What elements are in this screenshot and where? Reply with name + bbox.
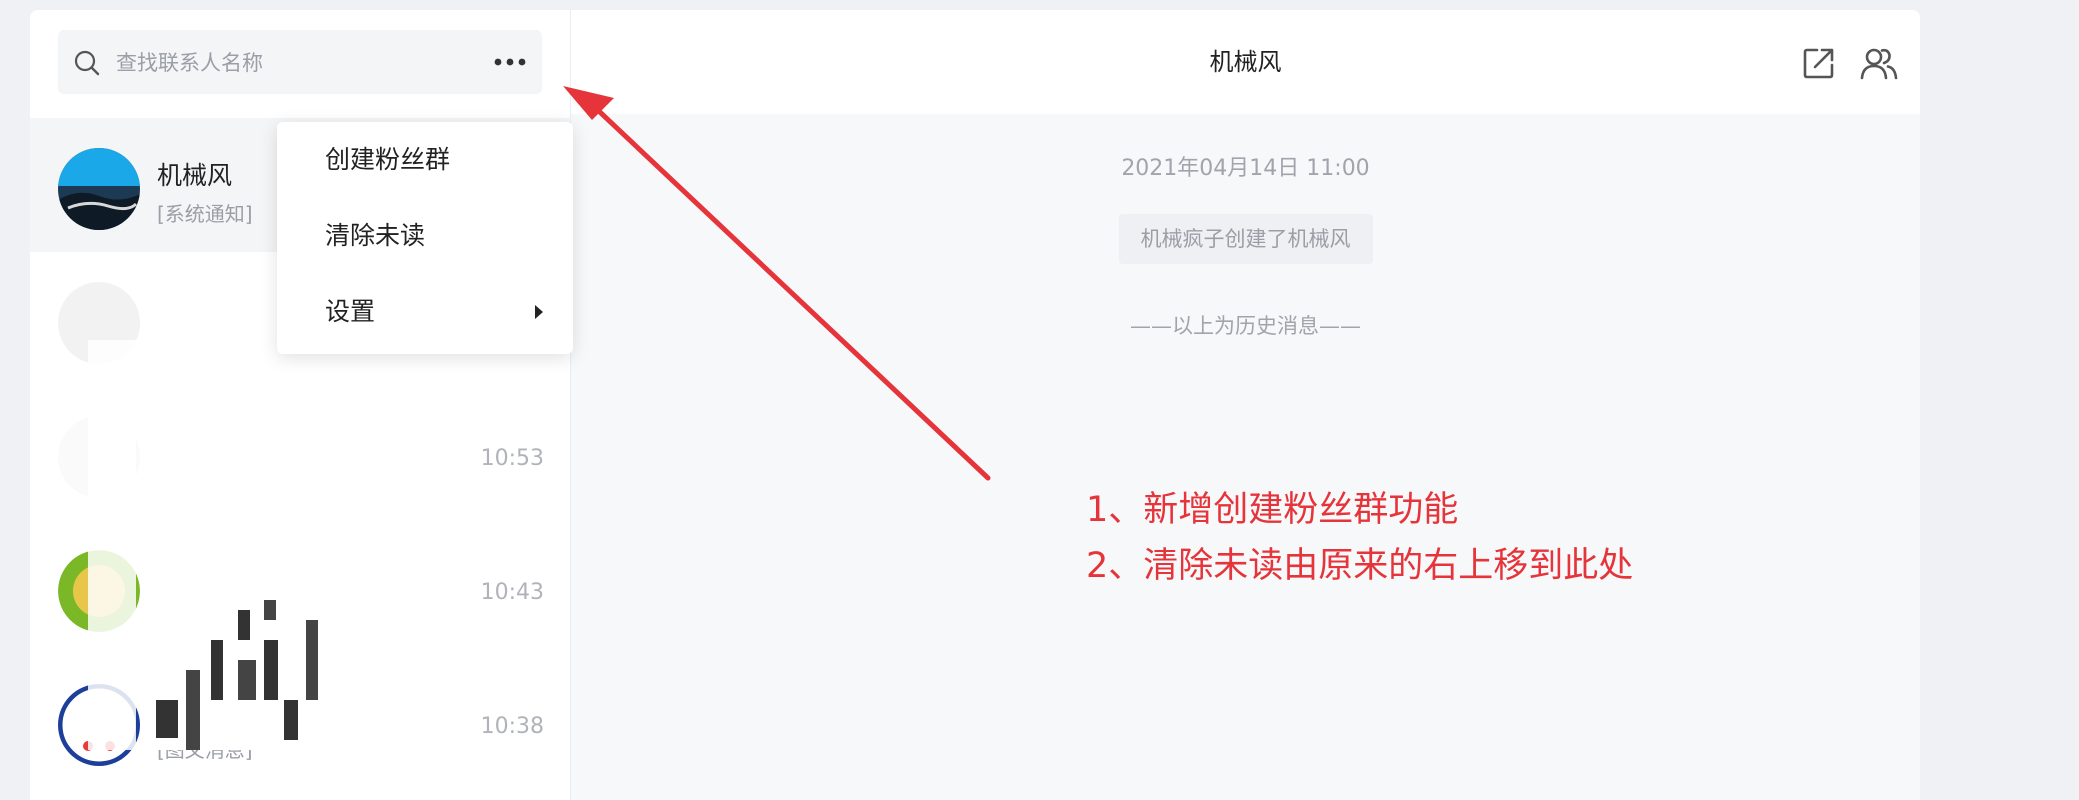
search-input[interactable] — [114, 30, 478, 96]
group-members-icon[interactable] — [1859, 43, 1899, 83]
menu-item-label: 设置 — [325, 297, 376, 326]
system-message-row: 机械疯子创建了机械风 — [571, 214, 1920, 264]
menu-item-settings[interactable]: 设置 — [277, 274, 573, 350]
annotation-line-2: 2、清除未读由原来的右上移到此处 — [1086, 546, 1634, 586]
chat-title: 机械风 — [1209, 48, 1282, 76]
redaction-mask — [150, 350, 270, 630]
app-window: 机械风 [系统通知] 10:53 — [30, 10, 1920, 800]
chat-header: 机械风 — [571, 10, 1920, 114]
menu-item-create-fan-group[interactable]: 创建粉丝群 — [277, 122, 573, 198]
chat-date-label: 2021年04月14日 11:00 — [1121, 156, 1370, 181]
redaction-mask — [88, 340, 136, 750]
avatar — [58, 148, 140, 230]
contact-time: 10:43 — [480, 580, 544, 605]
more-options-button[interactable] — [478, 30, 542, 94]
annotation-text: 1、新增创建粉丝群功能 2、清除未读由原来的右上移到此处 — [1086, 482, 1633, 594]
contact-time: 10:53 — [480, 446, 544, 471]
caret-right-icon — [535, 305, 543, 319]
more-dots-icon — [494, 58, 526, 66]
chat-panel: 机械风 2021年04月14日 11:00 机械疯子创建了机械风 ——以上为历史… — [571, 10, 1920, 800]
menu-item-label: 清除未读 — [325, 221, 426, 250]
contact-name: 机械风 — [157, 161, 233, 190]
system-message: 机械疯子创建了机械风 — [1118, 214, 1373, 264]
search-box[interactable] — [58, 30, 492, 96]
more-options-dropdown: 创建粉丝群 清除未读 设置 — [277, 122, 573, 354]
contact-preview: [系统通知] — [157, 202, 253, 226]
redaction-pattern — [156, 600, 326, 750]
share-icon[interactable] — [1799, 43, 1839, 83]
annotation-line-1: 1、新增创建粉丝群功能 — [1086, 490, 1459, 530]
menu-item-label: 创建粉丝群 — [325, 145, 451, 174]
history-divider: ——以上为历史消息—— — [1130, 314, 1361, 338]
search-icon — [74, 50, 100, 76]
contact-time: 10:38 — [480, 714, 544, 739]
menu-item-clear-unread[interactable]: 清除未读 — [277, 198, 573, 274]
